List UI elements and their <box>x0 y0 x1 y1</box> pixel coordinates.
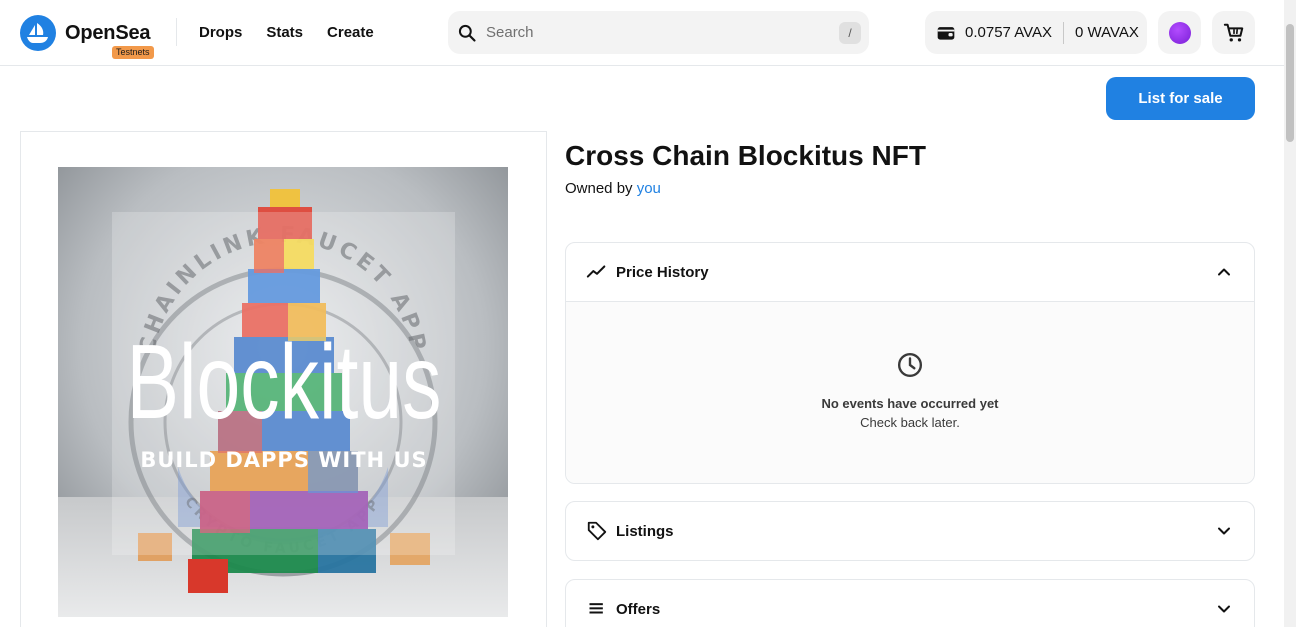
main-nav: Drops Stats Create <box>199 24 374 41</box>
search-shortcut-key: / <box>839 21 861 44</box>
testnets-badge: Testnets <box>112 46 154 59</box>
nav-create[interactable]: Create <box>327 24 374 41</box>
offers-toggle[interactable]: Offers <box>566 580 1254 627</box>
empty-state-title: No events have occurred yet <box>821 396 999 411</box>
owned-by: Owned by you <box>565 180 661 197</box>
nft-artwork: CHAINLINK FAUCET APP CRYPTO FAUCET APP <box>58 167 508 617</box>
page: OpenSea Testnets Drops Stats Create / 0.… <box>0 0 1296 627</box>
price-history-toggle[interactable]: Price History <box>566 243 1254 301</box>
nft-image[interactable]: CHAINLINK FAUCET APP CRYPTO FAUCET APP <box>58 167 508 617</box>
chevron-down-icon <box>1218 605 1230 613</box>
nft-title: Cross Chain Blockitus NFT <box>565 140 926 171</box>
wavax-balance: 0 WAVAX <box>1075 24 1139 41</box>
search-input[interactable] <box>486 24 839 41</box>
nav-drops[interactable]: Drops <box>199 24 242 41</box>
profile-button[interactable] <box>1158 11 1201 54</box>
wallet-balance-button[interactable]: 0.0757 AVAX 0 WAVAX <box>925 11 1147 54</box>
price-history-title: Price History <box>616 263 709 281</box>
wallet-icon <box>937 26 955 40</box>
price-history-body: No events have occurred yet Check back l… <box>566 301 1254 483</box>
listings-toggle[interactable]: Listings <box>566 502 1254 560</box>
artwork-headline: Blockitus <box>127 323 442 441</box>
header-divider <box>176 18 177 46</box>
media-panel: CHAINLINK FAUCET APP CRYPTO FAUCET APP <box>20 131 547 627</box>
avax-balance: 0.0757 AVAX <box>965 24 1053 41</box>
artwork-tagline: BUILD DAPPS WITH US <box>140 448 427 472</box>
search-icon <box>458 24 476 42</box>
cart-icon <box>1223 23 1243 42</box>
offers-panel: Offers <box>565 579 1255 627</box>
search-bar[interactable]: / <box>448 11 869 54</box>
trending-icon <box>586 261 608 283</box>
avatar <box>1168 21 1191 44</box>
tag-icon <box>586 520 608 542</box>
chevron-down-icon <box>1218 527 1230 535</box>
logo-text: OpenSea <box>65 21 151 44</box>
owned-by-label: Owned by <box>565 180 633 197</box>
scrollbar-thumb[interactable] <box>1286 24 1294 142</box>
opensea-logo-icon <box>20 15 56 51</box>
page-scrollbar[interactable] <box>1284 0 1296 627</box>
list-icon <box>586 598 608 620</box>
listings-panel: Listings <box>565 501 1255 561</box>
list-for-sale-button[interactable]: List for sale <box>1106 77 1255 120</box>
clock-icon <box>897 352 923 378</box>
owner-link[interactable]: you <box>637 180 661 197</box>
listings-title: Listings <box>616 522 674 540</box>
chevron-up-icon <box>1218 268 1230 276</box>
cart-button[interactable] <box>1212 11 1255 54</box>
nav-stats[interactable]: Stats <box>266 24 303 41</box>
empty-state-subtitle: Check back later. <box>860 415 960 430</box>
price-history-panel: Price History No events have occurred ye… <box>565 242 1255 484</box>
offers-title: Offers <box>616 600 661 618</box>
wallet-divider <box>1063 21 1065 44</box>
top-navbar: OpenSea Testnets Drops Stats Create / 0.… <box>0 0 1284 66</box>
